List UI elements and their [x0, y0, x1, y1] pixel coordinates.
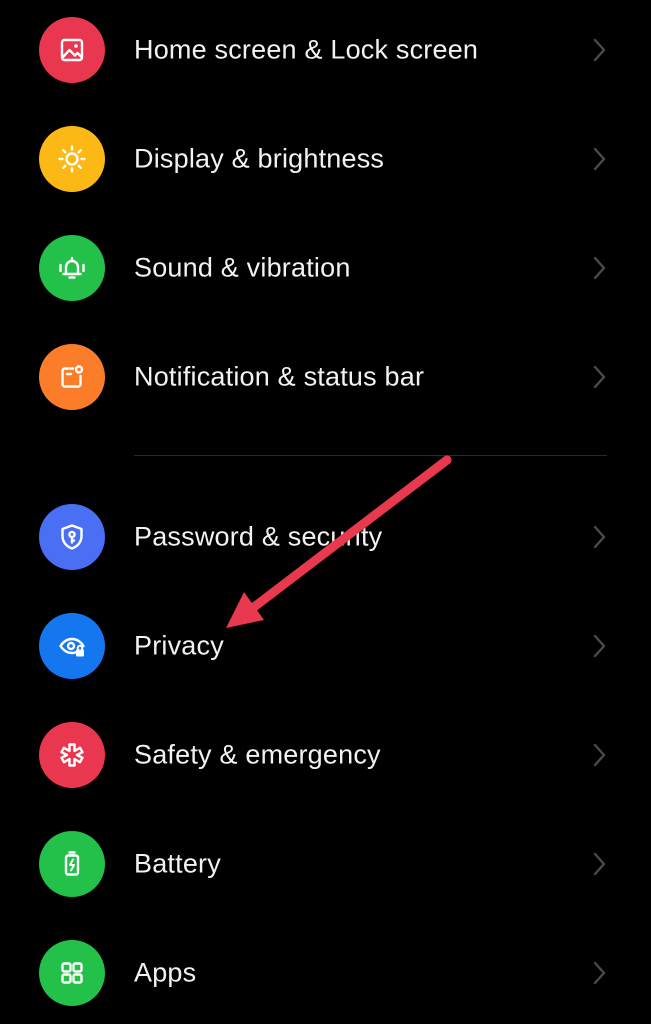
chevron-right-icon: [593, 256, 606, 280]
display-icon-circle: [39, 126, 105, 192]
settings-item-label: Privacy: [134, 630, 224, 661]
settings-item-sound-vibration[interactable]: Sound & vibration: [0, 218, 651, 318]
sun-icon: [58, 145, 86, 173]
chevron-right-icon: [593, 525, 606, 549]
password-icon-circle: [39, 504, 105, 570]
settings-item-battery[interactable]: Battery: [0, 814, 651, 914]
asterisk-icon: [60, 743, 84, 767]
settings-item-password-security[interactable]: Password & security: [0, 487, 651, 587]
notification-badge-icon: [61, 365, 84, 388]
settings-item-label: Display & brightness: [134, 143, 385, 174]
bell-vibrate-icon: [59, 256, 85, 279]
section-divider: [134, 455, 607, 456]
settings-item-label: Notification & status bar: [134, 361, 425, 392]
settings-item-home-lock-screen[interactable]: Home screen & Lock screen: [0, 0, 651, 100]
battery-icon: [64, 851, 80, 876]
settings-item-privacy[interactable]: Privacy: [0, 596, 651, 696]
chevron-right-icon: [593, 961, 606, 985]
chevron-right-icon: [593, 852, 606, 876]
shield-key-icon: [61, 524, 83, 550]
settings-item-display-brightness[interactable]: Display & brightness: [0, 109, 651, 209]
chevron-right-icon: [593, 38, 606, 62]
chevron-right-icon: [593, 147, 606, 171]
apps-icon-circle: [39, 940, 105, 1006]
chevron-right-icon: [593, 743, 606, 767]
home-lock-icon-circle: [39, 17, 105, 83]
settings-item-label: Battery: [134, 848, 221, 879]
apps-grid-icon: [61, 962, 83, 984]
safety-icon-circle: [39, 722, 105, 788]
image-icon: [60, 38, 84, 62]
settings-item-label: Sound & vibration: [134, 252, 351, 283]
sound-icon-circle: [39, 235, 105, 301]
settings-item-label: Home screen & Lock screen: [134, 34, 479, 65]
settings-item-apps[interactable]: Apps: [0, 923, 651, 1023]
eye-lock-icon: [59, 637, 85, 657]
battery-icon-circle: [39, 831, 105, 897]
settings-item-label: Safety & emergency: [134, 739, 381, 770]
settings-item-notification-status-bar[interactable]: Notification & status bar: [0, 327, 651, 427]
settings-item-label: Apps: [134, 957, 197, 988]
chevron-right-icon: [593, 634, 606, 658]
chevron-right-icon: [593, 365, 606, 389]
settings-item-safety-emergency[interactable]: Safety & emergency: [0, 705, 651, 805]
settings-item-label: Password & security: [134, 521, 383, 552]
privacy-icon-circle: [39, 613, 105, 679]
notification-icon-circle: [39, 344, 105, 410]
